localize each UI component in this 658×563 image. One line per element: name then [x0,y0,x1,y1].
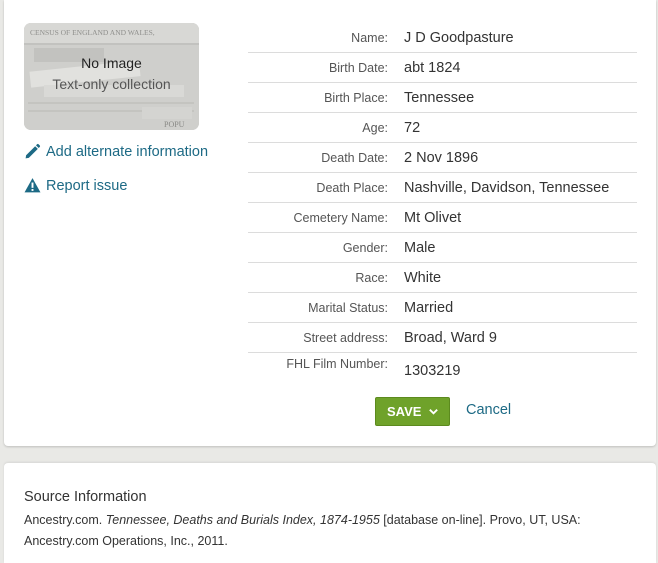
text-only-label: Text-only collection [52,76,171,92]
field-label: Street address: [248,322,404,353]
bg-doc-text: CENSUS OF ENGLAND AND WALES, [30,28,155,37]
field-label: Cemetery Name: [248,202,404,233]
source-publisher: Ancestry.com. [24,513,103,527]
field-label: Race: [248,262,404,293]
cancel-link[interactable]: Cancel [466,402,511,418]
warning-triangle-icon [24,178,41,193]
field-value: Nashville, Davidson, Tennessee [404,172,637,203]
field-label: Name: [248,23,404,53]
field-label: Death Place: [248,172,404,203]
bg-doc-text2: POPU [164,120,185,129]
field-value: 2 Nov 1896 [404,142,637,173]
chevron-down-icon[interactable] [428,406,439,417]
field-value: J D Goodpasture [404,23,637,53]
record-row-birth-place: Birth Place: Tennessee [248,82,637,113]
record-card: CENSUS OF ENGLAND AND WALES, POPU No Ima… [4,0,656,446]
field-label: Birth Date: [248,52,404,83]
field-label: Age: [248,112,404,143]
source-information-heading: Source Information [24,489,147,505]
record-row-death-place: Death Place: Nashville, Davidson, Tennes… [248,172,637,203]
record-image-thumbnail[interactable]: CENSUS OF ENGLAND AND WALES, POPU No Ima… [24,23,199,130]
field-value: Male [404,232,637,263]
record-row-cemetery-name: Cemetery Name: Mt Olivet [248,202,637,233]
save-button-label: SAVE [387,404,422,419]
field-value: Tennessee [404,82,637,113]
report-issue-link[interactable]: Report issue [24,177,127,194]
source-information-panel: Source Information Ancestry.com. Tenness… [4,463,656,563]
record-row-death-date: Death Date: 2 Nov 1896 [248,142,637,173]
field-label: Death Date: [248,142,404,173]
record-row-fhl-film-number: FHL Film Number: 1303219 [248,353,637,389]
record-details-table: Name: J D Goodpasture Birth Date: abt 18… [248,23,637,388]
source-database-title: Tennessee, Deaths and Burials Index, 187… [105,513,380,527]
record-row-gender: Gender: Male [248,232,637,263]
field-value: abt 1824 [404,52,637,83]
record-row-marital-status: Marital Status: Married [248,292,637,323]
field-value: Mt Olivet [404,202,637,233]
field-label: Birth Place: [248,82,404,113]
record-row-name: Name: J D Goodpasture [248,23,637,53]
field-value: Broad, Ward 9 [404,322,637,353]
field-label: FHL Film Number: [286,357,388,371]
save-button[interactable]: SAVE [375,397,450,426]
record-row-birth-date: Birth Date: abt 1824 [248,52,637,83]
record-row-race: Race: White [248,262,637,293]
pencil-icon [25,143,41,159]
field-value: White [404,262,637,293]
field-value: Married [404,292,637,323]
no-image-label: No Image [81,55,142,71]
report-issue-label: Report issue [46,177,128,194]
source-citation: Ancestry.com. Tennessee, Deaths and Buri… [24,510,624,552]
field-label: Gender: [248,232,404,263]
field-value: 72 [404,112,637,143]
add-alternate-information-link[interactable]: Add alternate information [24,143,208,160]
record-row-age: Age: 72 [248,112,637,143]
field-label: Marital Status: [248,292,404,323]
add-alternate-label: Add alternate information [46,143,209,160]
field-value: 1303219 [404,362,461,379]
record-row-street-address: Street address: Broad, Ward 9 [248,322,637,353]
